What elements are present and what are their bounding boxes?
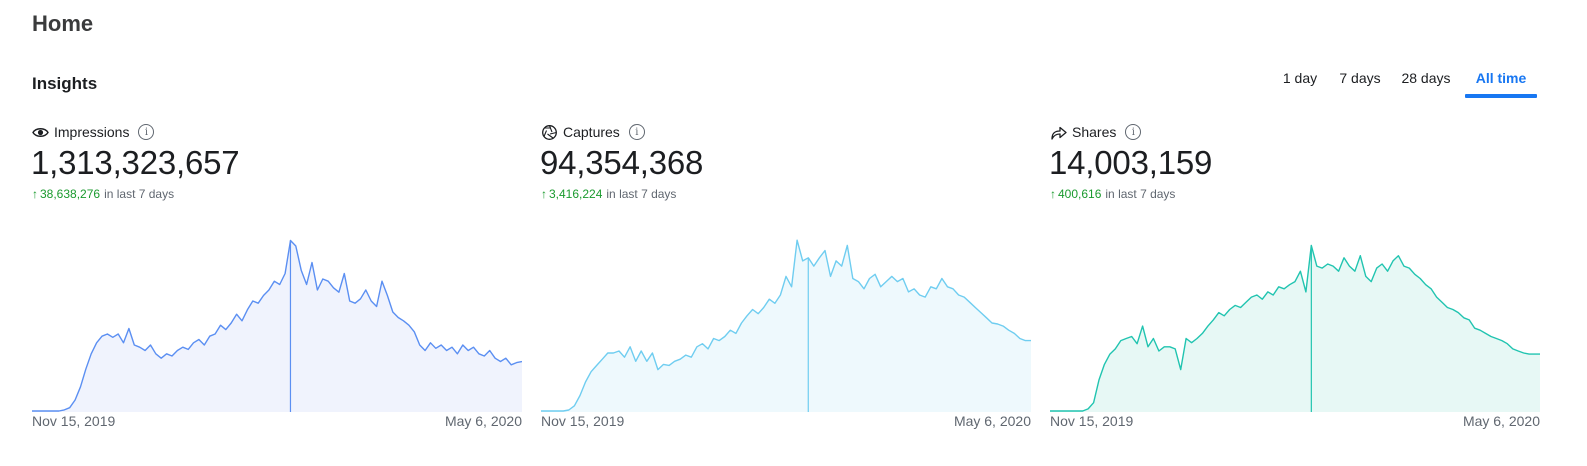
info-icon[interactable]: i (1125, 124, 1142, 140)
metric-period: in last 7 days (606, 187, 677, 201)
share-arrow-icon (1050, 124, 1067, 141)
arrow-up-icon: ↑ (32, 187, 38, 201)
tab-label: 1 day (1282, 70, 1318, 86)
tab-28-days[interactable]: 28 days (1398, 62, 1454, 98)
metric-change: ↑ 400,616 in last 7 days (1050, 187, 1175, 201)
arrow-up-icon: ↑ (541, 187, 547, 201)
tab-label: All time (1475, 70, 1527, 86)
metric-header: Impressions i (32, 122, 155, 142)
chart-svg (1050, 244, 1540, 412)
metric-delta: 38,638,276 (40, 187, 101, 201)
metric-delta: 400,616 (1058, 187, 1102, 201)
x-axis-start-date: Nov 15, 2019 (1050, 413, 1134, 429)
info-icon[interactable]: i (628, 124, 645, 140)
chart-svg (32, 239, 522, 412)
metric-captures: Captures i 94,354,368 ↑ 3,416,224 in las… (540, 120, 1031, 450)
chart-area-fill (32, 240, 522, 412)
x-axis-end-date: May 6, 2020 (1462, 413, 1540, 429)
time-range-tabs: 1 day 7 days 28 days All time (1270, 62, 1540, 98)
metric-value: 14,003,159 (1049, 144, 1213, 181)
metric-header: Shares i (1050, 122, 1142, 142)
metric-label: Shares (1072, 124, 1117, 140)
metric-period: in last 7 days (104, 187, 175, 201)
chart-svg (541, 239, 1031, 412)
chart-area-fill (1050, 245, 1540, 412)
tab-1-day[interactable]: 1 day (1276, 62, 1324, 98)
metric-change: ↑ 38,638,276 in last 7 days (32, 187, 174, 201)
metric-header: Captures i (541, 122, 645, 142)
metric-label: Impressions (54, 124, 130, 140)
x-axis-start-date: Nov 15, 2019 (32, 413, 116, 429)
tab-all-time[interactable]: All time (1465, 62, 1537, 98)
metric-value: 94,354,368 (540, 144, 704, 181)
tab-label: 28 days (1401, 70, 1451, 86)
aperture-icon (541, 124, 558, 141)
impressions-chart (32, 232, 522, 412)
captures-chart (541, 232, 1031, 412)
metric-change: ↑ 3,416,224 in last 7 days (541, 187, 676, 201)
page-title: Home (32, 11, 94, 36)
insights-title: Insights (32, 74, 98, 93)
info-icon[interactable]: i (138, 124, 155, 140)
metric-shares: Shares i 14,003,159 ↑ 400,616 in last 7 … (1049, 120, 1540, 450)
metric-label: Captures (563, 124, 620, 140)
active-tab-indicator (1465, 94, 1537, 98)
shares-chart (1050, 232, 1540, 412)
metric-value: 1,313,323,657 (31, 144, 240, 181)
x-axis-end-date: May 6, 2020 (444, 413, 522, 429)
metric-delta: 3,416,224 (549, 187, 603, 201)
metric-period: in last 7 days (1105, 187, 1176, 201)
x-axis-start-date: Nov 15, 2019 (541, 413, 625, 429)
metric-impressions: Impressions i 1,313,323,657 ↑ 38,638,276… (31, 120, 522, 450)
chart-area-fill (541, 240, 1031, 412)
eye-icon (32, 124, 49, 141)
x-axis-end-date: May 6, 2020 (953, 413, 1031, 429)
arrow-up-icon: ↑ (1050, 187, 1056, 201)
tab-label: 7 days (1339, 70, 1381, 86)
tab-7-days[interactable]: 7 days (1336, 62, 1384, 98)
